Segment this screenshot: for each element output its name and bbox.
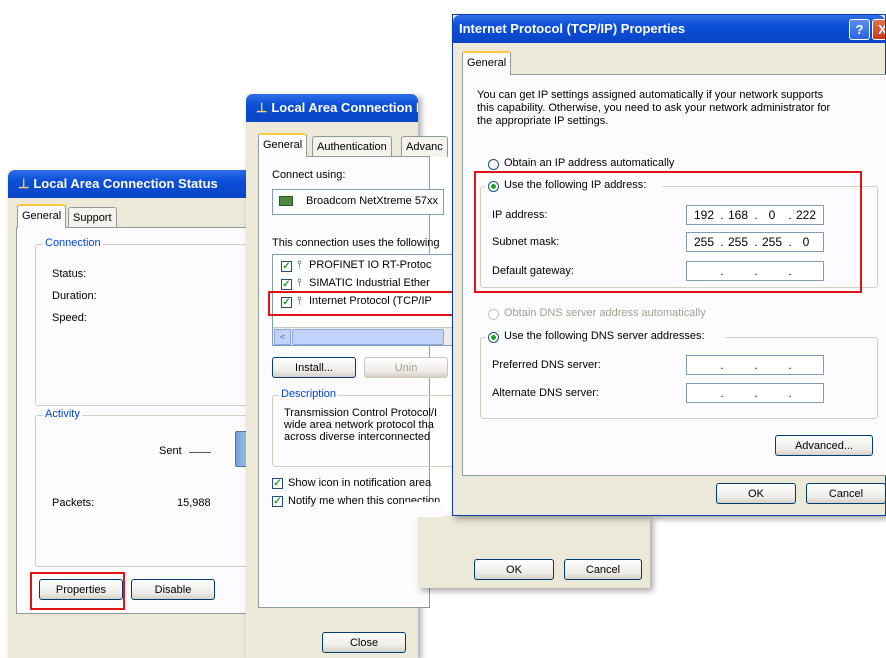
tab-authentication[interactable]: Authentication — [312, 136, 392, 157]
item-checkbox[interactable]: ✓ — [281, 279, 292, 290]
preferred-dns-input[interactable]: . . . — [686, 355, 824, 375]
ip-dot: . — [788, 358, 792, 372]
ip-dot: . — [720, 358, 724, 372]
cancel-button[interactable]: Cancel — [564, 559, 642, 580]
scroll-left-button[interactable]: < — [274, 329, 291, 345]
ip-dot: . — [720, 386, 724, 400]
network-adapter-icon — [279, 196, 293, 206]
sent-label: Sent — [159, 445, 182, 457]
ip-dot: . — [754, 358, 758, 372]
adapter-field: Broadcom NetXtreme 57xx — [272, 189, 444, 215]
item-checkbox[interactable]: ✓ — [281, 261, 292, 272]
duration-label: Duration: — [52, 290, 97, 302]
preferred-dns-label: Preferred DNS server: — [492, 359, 601, 371]
show-icon-label: Show icon in notification area — [288, 477, 432, 489]
install-button[interactable]: Install... — [272, 357, 356, 378]
tab-support[interactable]: Support — [68, 207, 117, 228]
connection-group-label: Connection — [43, 237, 103, 249]
use-following-dns-radio[interactable] — [488, 332, 499, 343]
list-item[interactable]: SIMATIC Industrial Ether — [309, 277, 430, 289]
show-icon-checkbox[interactable]: ✓ — [272, 478, 283, 489]
tcpip-titlebar[interactable]: Internet Protocol (TCP/IP) Properties ? … — [453, 15, 885, 43]
tcpip-item-highlight — [268, 291, 454, 316]
status-label: Status: — [52, 268, 87, 280]
protocol-icon: ⫯ — [297, 259, 302, 271]
tab-general[interactable]: General — [258, 133, 308, 157]
properties-highlight — [30, 572, 125, 610]
cancel-button[interactable]: Cancel — [806, 483, 886, 504]
connection-properties-titlebar[interactable]: ⊥Local Area Connection Pro — [246, 94, 418, 122]
speed-label: Speed: — [52, 312, 87, 324]
scroll-thumb[interactable] — [292, 329, 444, 345]
network-connection-icon: ⊥ — [18, 176, 30, 191]
ok-button[interactable]: OK — [474, 559, 554, 580]
notify-checkbox[interactable]: ✓ — [272, 496, 283, 507]
close-button[interactable]: Close — [322, 632, 406, 653]
obtain-dns-auto-label[interactable]: Obtain DNS server address automatically — [504, 307, 706, 319]
connection-properties-window: ⊥Local Area Connection Pro General Authe… — [246, 94, 636, 658]
connection-properties-lower-extension: OK Cancel — [418, 516, 650, 588]
list-item[interactable]: PROFINET IO RT-Protoc — [309, 259, 431, 271]
items-label: This connection uses the following — [272, 237, 440, 249]
use-following-dns-label[interactable]: Use the following DNS server addresses: — [504, 330, 705, 342]
description-text: Transmission Control Protocol/I wide are… — [284, 407, 438, 443]
advanced-button[interactable]: Advanced... — [775, 435, 873, 456]
adapter-name: Broadcom NetXtreme 57xx — [306, 195, 439, 207]
sent-line — [189, 452, 211, 453]
network-connection-icon: ⊥ — [256, 100, 268, 115]
horizontal-scrollbar[interactable]: < — [273, 327, 453, 345]
ip-dot: . — [788, 386, 792, 400]
intro-text-line3: the appropriate IP settings. — [477, 115, 609, 127]
uninstall-button[interactable]: Unin — [364, 357, 448, 378]
packets-sent-value: 15,988 — [177, 497, 211, 509]
tab-general[interactable]: General — [462, 51, 512, 75]
dns-group — [480, 337, 878, 419]
connection-general-panel: Connect using: Broadcom NetXtreme 57xx T… — [258, 156, 454, 608]
obtain-ip-auto-label[interactable]: Obtain an IP address automatically — [504, 157, 674, 169]
alternate-dns-input[interactable]: . . . — [686, 383, 824, 403]
connect-using-label: Connect using: — [272, 169, 346, 181]
alternate-dns-label: Alternate DNS server: — [492, 387, 599, 399]
tab-advanced[interactable]: Advanc — [401, 136, 448, 157]
protocol-icon: ⫯ — [297, 277, 302, 289]
intro-text-line2: this capability. Otherwise, you need to … — [477, 102, 831, 114]
ip-dot: . — [754, 386, 758, 400]
connection-properties-panel-extension — [404, 502, 444, 517]
status-window-title: Local Area Connection Status — [33, 176, 218, 191]
help-button[interactable]: ? — [849, 19, 870, 40]
activity-group-label: Activity — [43, 408, 82, 420]
connection-properties-title: Local Area Connection Pro — [271, 100, 418, 115]
tab-general[interactable]: General — [17, 204, 67, 228]
close-window-button[interactable]: X — [872, 19, 885, 40]
obtain-dns-auto-radio[interactable] — [488, 309, 499, 320]
tcpip-title: Internet Protocol (TCP/IP) Properties — [459, 21, 686, 36]
packets-label: Packets: — [52, 497, 95, 509]
disable-button[interactable]: Disable — [131, 579, 215, 600]
description-group-label: Description — [279, 388, 339, 400]
obtain-ip-auto-radio[interactable] — [488, 159, 499, 170]
ok-button[interactable]: OK — [716, 483, 796, 504]
ip-settings-highlight — [474, 171, 862, 293]
intro-text-line1: You can get IP settings assigned automat… — [477, 89, 824, 101]
